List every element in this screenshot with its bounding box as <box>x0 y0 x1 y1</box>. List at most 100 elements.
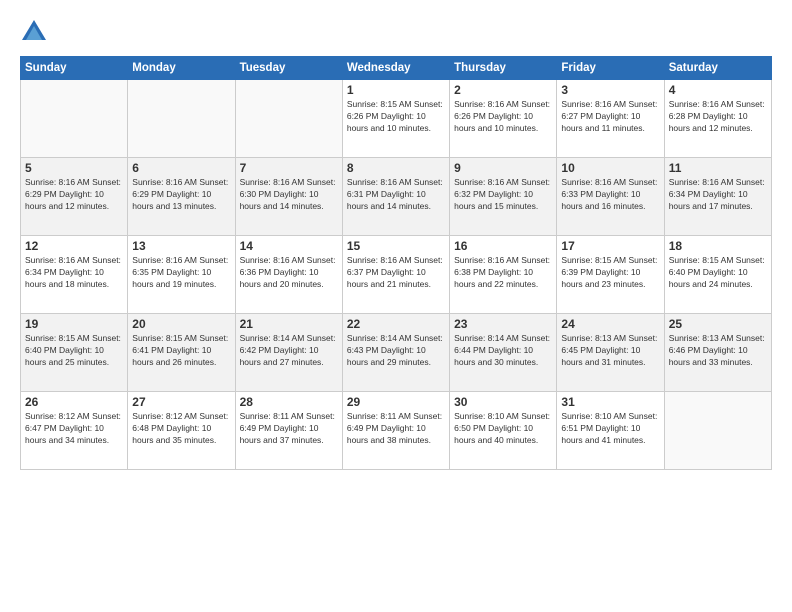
day-info: Sunrise: 8:11 AM Sunset: 6:49 PM Dayligh… <box>347 411 445 447</box>
calendar-cell: 14 Sunrise: 8:16 AM Sunset: 6:36 PM Dayli… <box>235 236 342 314</box>
day-info: Sunrise: 8:16 AM Sunset: 6:36 PM Dayligh… <box>240 255 338 291</box>
day-number: 3 <box>561 83 659 97</box>
day-number: 23 <box>454 317 552 331</box>
calendar-cell: 10 Sunrise: 8:16 AM Sunset: 6:33 PM Dayli… <box>557 158 664 236</box>
day-number: 30 <box>454 395 552 409</box>
calendar-header-friday: Friday <box>557 57 664 80</box>
calendar-cell: 11 Sunrise: 8:16 AM Sunset: 6:34 PM Dayli… <box>664 158 771 236</box>
calendar-cell: 24Sunrise: 8:13 AM Sunset: 6:45 PM Dayli… <box>557 314 664 392</box>
day-info: Sunrise: 8:12 AM Sunset: 6:48 PM Dayligh… <box>132 411 230 447</box>
day-info: Sunrise: 8:16 AM Sunset: 6:34 PM Dayligh… <box>669 177 767 213</box>
calendar-cell: 12Sunrise: 8:16 AM Sunset: 6:34 PM Dayli… <box>21 236 128 314</box>
day-number: 11 <box>669 161 767 175</box>
day-info: Sunrise: 8:10 AM Sunset: 6:51 PM Dayligh… <box>561 411 659 447</box>
day-number: 12 <box>25 239 123 253</box>
calendar-header-row: SundayMondayTuesdayWednesdayThursdayFrid… <box>21 57 772 80</box>
day-info: Sunrise: 8:16 AM Sunset: 6:31 PM Dayligh… <box>347 177 445 213</box>
day-info: Sunrise: 8:13 AM Sunset: 6:46 PM Dayligh… <box>669 333 767 369</box>
calendar-week-2: 5 Sunrise: 8:16 AM Sunset: 6:29 PM Daylig… <box>21 158 772 236</box>
day-info: Sunrise: 8:16 AM Sunset: 6:32 PM Dayligh… <box>454 177 552 213</box>
day-info: Sunrise: 8:15 AM Sunset: 6:26 PM Dayligh… <box>347 99 445 135</box>
calendar-cell: 5 Sunrise: 8:16 AM Sunset: 6:29 PM Daylig… <box>21 158 128 236</box>
calendar-cell: 20 Sunrise: 8:15 AM Sunset: 6:41 PM Dayli… <box>128 314 235 392</box>
calendar-cell: 19Sunrise: 8:15 AM Sunset: 6:40 PM Dayli… <box>21 314 128 392</box>
day-number: 21 <box>240 317 338 331</box>
calendar-cell: 21 Sunrise: 8:14 AM Sunset: 6:42 PM Dayli… <box>235 314 342 392</box>
day-info: Sunrise: 8:16 AM Sunset: 6:30 PM Dayligh… <box>240 177 338 213</box>
calendar-cell: 18 Sunrise: 8:15 AM Sunset: 6:40 PM Dayli… <box>664 236 771 314</box>
day-number: 5 <box>25 161 123 175</box>
calendar-cell: 31 Sunrise: 8:10 AM Sunset: 6:51 PM Dayli… <box>557 392 664 470</box>
logo-icon <box>20 18 48 46</box>
day-number: 1 <box>347 83 445 97</box>
page: SundayMondayTuesdayWednesdayThursdayFrid… <box>0 0 792 612</box>
day-number: 13 <box>132 239 230 253</box>
day-number: 16 <box>454 239 552 253</box>
day-number: 15 <box>347 239 445 253</box>
calendar-cell: 8 Sunrise: 8:16 AM Sunset: 6:31 PM Daylig… <box>342 158 449 236</box>
day-info: Sunrise: 8:16 AM Sunset: 6:28 PM Dayligh… <box>669 99 767 135</box>
day-info: Sunrise: 8:10 AM Sunset: 6:50 PM Dayligh… <box>454 411 552 447</box>
calendar-cell: 2 Sunrise: 8:16 AM Sunset: 6:26 PM Daylig… <box>450 80 557 158</box>
calendar-header-sunday: Sunday <box>21 57 128 80</box>
calendar-cell: 17 Sunrise: 8:15 AM Sunset: 6:39 PM Dayli… <box>557 236 664 314</box>
day-number: 9 <box>454 161 552 175</box>
calendar-header-monday: Monday <box>128 57 235 80</box>
day-number: 29 <box>347 395 445 409</box>
day-info: Sunrise: 8:15 AM Sunset: 6:40 PM Dayligh… <box>669 255 767 291</box>
calendar-cell: 26 Sunrise: 8:12 AM Sunset: 6:47 PM Dayli… <box>21 392 128 470</box>
calendar-cell: 29 Sunrise: 8:11 AM Sunset: 6:49 PM Dayli… <box>342 392 449 470</box>
calendar-week-1: 1 Sunrise: 8:15 AM Sunset: 6:26 PM Daylig… <box>21 80 772 158</box>
calendar-week-4: 19Sunrise: 8:15 AM Sunset: 6:40 PM Dayli… <box>21 314 772 392</box>
day-info: Sunrise: 8:13 AM Sunset: 6:45 PM Dayligh… <box>561 333 659 369</box>
day-number: 31 <box>561 395 659 409</box>
logo <box>20 18 52 46</box>
day-info: Sunrise: 8:14 AM Sunset: 6:43 PM Dayligh… <box>347 333 445 369</box>
calendar-cell: 3Sunrise: 8:16 AM Sunset: 6:27 PM Daylig… <box>557 80 664 158</box>
day-info: Sunrise: 8:14 AM Sunset: 6:42 PM Dayligh… <box>240 333 338 369</box>
day-info: Sunrise: 8:15 AM Sunset: 6:39 PM Dayligh… <box>561 255 659 291</box>
calendar-cell <box>664 392 771 470</box>
calendar-cell: 28 Sunrise: 8:11 AM Sunset: 6:49 PM Dayli… <box>235 392 342 470</box>
calendar-cell: 7Sunrise: 8:16 AM Sunset: 6:30 PM Daylig… <box>235 158 342 236</box>
calendar-table: SundayMondayTuesdayWednesdayThursdayFrid… <box>20 56 772 470</box>
day-number: 4 <box>669 83 767 97</box>
day-info: Sunrise: 8:16 AM Sunset: 6:38 PM Dayligh… <box>454 255 552 291</box>
calendar-cell: 1 Sunrise: 8:15 AM Sunset: 6:26 PM Daylig… <box>342 80 449 158</box>
day-number: 26 <box>25 395 123 409</box>
calendar-header-wednesday: Wednesday <box>342 57 449 80</box>
day-number: 17 <box>561 239 659 253</box>
calendar-cell: 30 Sunrise: 8:10 AM Sunset: 6:50 PM Dayli… <box>450 392 557 470</box>
calendar-cell <box>21 80 128 158</box>
calendar-cell: 13 Sunrise: 8:16 AM Sunset: 6:35 PM Dayli… <box>128 236 235 314</box>
calendar-header-thursday: Thursday <box>450 57 557 80</box>
day-info: Sunrise: 8:16 AM Sunset: 6:33 PM Dayligh… <box>561 177 659 213</box>
day-info: Sunrise: 8:12 AM Sunset: 6:47 PM Dayligh… <box>25 411 123 447</box>
day-info: Sunrise: 8:16 AM Sunset: 6:26 PM Dayligh… <box>454 99 552 135</box>
calendar-cell: 15 Sunrise: 8:16 AM Sunset: 6:37 PM Dayli… <box>342 236 449 314</box>
calendar-week-5: 26 Sunrise: 8:12 AM Sunset: 6:47 PM Dayli… <box>21 392 772 470</box>
calendar-week-3: 12Sunrise: 8:16 AM Sunset: 6:34 PM Dayli… <box>21 236 772 314</box>
calendar-header-tuesday: Tuesday <box>235 57 342 80</box>
day-info: Sunrise: 8:11 AM Sunset: 6:49 PM Dayligh… <box>240 411 338 447</box>
header <box>20 18 772 46</box>
day-number: 25 <box>669 317 767 331</box>
day-info: Sunrise: 8:15 AM Sunset: 6:40 PM Dayligh… <box>25 333 123 369</box>
day-number: 18 <box>669 239 767 253</box>
day-number: 10 <box>561 161 659 175</box>
day-number: 22 <box>347 317 445 331</box>
day-number: 6 <box>132 161 230 175</box>
calendar-cell: 27Sunrise: 8:12 AM Sunset: 6:48 PM Dayli… <box>128 392 235 470</box>
calendar-cell <box>128 80 235 158</box>
calendar-cell: 23Sunrise: 8:14 AM Sunset: 6:44 PM Dayli… <box>450 314 557 392</box>
day-number: 20 <box>132 317 230 331</box>
day-info: Sunrise: 8:16 AM Sunset: 6:37 PM Dayligh… <box>347 255 445 291</box>
day-number: 14 <box>240 239 338 253</box>
calendar-cell: 9 Sunrise: 8:16 AM Sunset: 6:32 PM Daylig… <box>450 158 557 236</box>
day-number: 2 <box>454 83 552 97</box>
day-number: 28 <box>240 395 338 409</box>
day-info: Sunrise: 8:15 AM Sunset: 6:41 PM Dayligh… <box>132 333 230 369</box>
day-info: Sunrise: 8:16 AM Sunset: 6:29 PM Dayligh… <box>25 177 123 213</box>
day-info: Sunrise: 8:16 AM Sunset: 6:35 PM Dayligh… <box>132 255 230 291</box>
day-number: 8 <box>347 161 445 175</box>
